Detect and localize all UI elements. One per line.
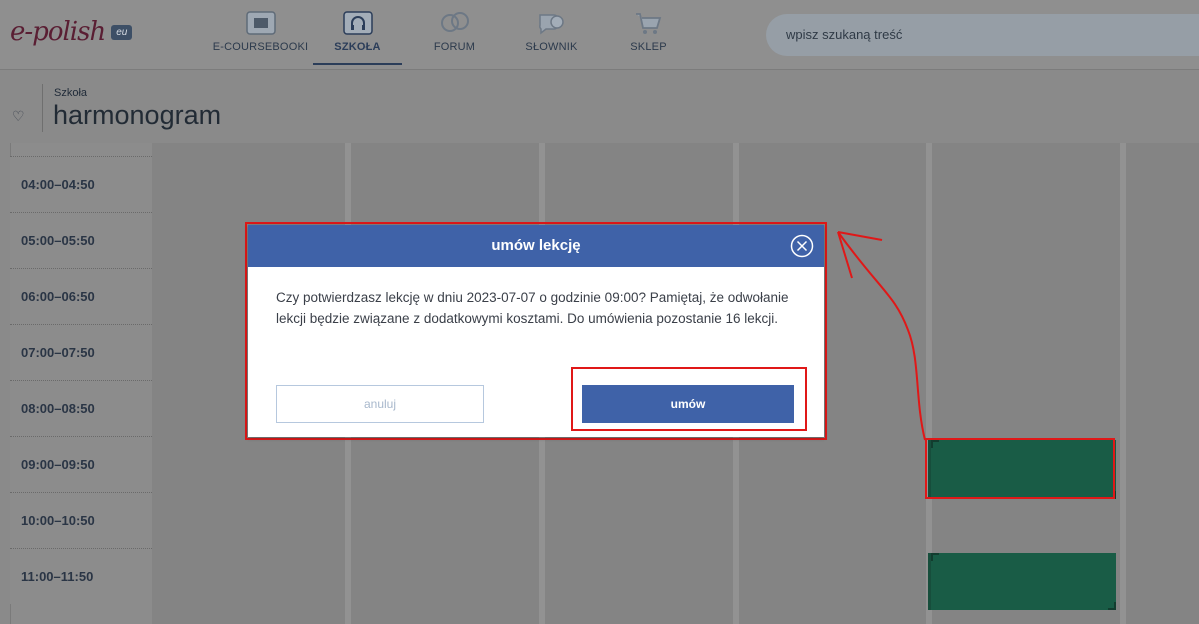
title-bar: ♡ Szkoła harmonogram bbox=[0, 70, 1199, 143]
book-icon bbox=[244, 8, 278, 38]
search-input[interactable] bbox=[766, 14, 1199, 56]
nav-label: SŁOWNIK bbox=[525, 41, 578, 53]
time-slot-label: 04:00–04:50 bbox=[10, 156, 152, 212]
time-slot-label: 11:00–11:50 bbox=[10, 548, 152, 604]
nav-label: SZKOŁA bbox=[334, 41, 381, 53]
available-slot[interactable] bbox=[928, 553, 1116, 610]
logo-text: e-polish bbox=[10, 17, 106, 47]
modal-message: Czy potwierdzasz lekcję w dniu 2023-07-0… bbox=[276, 290, 789, 326]
nav-item-slownik[interactable]: SŁOWNIK bbox=[503, 8, 600, 66]
cart-icon bbox=[632, 8, 666, 38]
top-header: e-polish eu E-COURSEBOOKI SZKOŁA FORUM S… bbox=[0, 0, 1199, 70]
dictionary-icon bbox=[535, 8, 569, 38]
nav-item-ecoursebooki[interactable]: E-COURSEBOOKI bbox=[212, 8, 309, 66]
time-slot-label: 05:00–05:50 bbox=[10, 212, 152, 268]
time-slot-label: 10:00–10:50 bbox=[10, 492, 152, 548]
heart-icon[interactable]: ♡ bbox=[12, 108, 25, 125]
headphones-icon bbox=[341, 8, 375, 38]
annotation-confirm-highlight bbox=[571, 367, 807, 431]
nav-label: SKLEP bbox=[630, 41, 667, 53]
nav-item-forum[interactable]: FORUM bbox=[406, 8, 503, 66]
nav-label: E-COURSEBOOKI bbox=[212, 41, 309, 53]
divider bbox=[42, 84, 43, 132]
logo[interactable]: e-polish eu bbox=[10, 14, 133, 50]
close-icon[interactable] bbox=[790, 233, 814, 258]
day-column bbox=[1126, 143, 1199, 624]
modal-header: umów lekcję bbox=[248, 225, 824, 267]
nav-label: FORUM bbox=[433, 41, 476, 53]
nav-item-sklep[interactable]: SKLEP bbox=[600, 8, 697, 66]
page-title: harmonogram bbox=[53, 100, 222, 130]
page: e-polish eu E-COURSEBOOKI SZKOŁA FORUM S… bbox=[0, 0, 1199, 624]
time-column: 04:00–04:50 05:00–05:50 06:00–06:50 07:0… bbox=[10, 156, 152, 604]
search-bar bbox=[766, 14, 1199, 56]
breadcrumb[interactable]: Szkoła bbox=[54, 87, 87, 99]
logo-badge: eu bbox=[111, 24, 133, 40]
time-slot-label: 09:00–09:50 bbox=[10, 436, 152, 492]
time-slot-label: 07:00–07:50 bbox=[10, 324, 152, 380]
cancel-button[interactable]: anuluj bbox=[276, 385, 484, 423]
main-nav: E-COURSEBOOKI SZKOŁA FORUM SŁOWNIK SKLEP bbox=[212, 8, 697, 66]
time-slot-label: 08:00–08:50 bbox=[10, 380, 152, 436]
forum-icon bbox=[438, 8, 472, 38]
day-column bbox=[932, 143, 1120, 624]
time-slot-label: 06:00–06:50 bbox=[10, 268, 152, 324]
modal-title: umów lekcję bbox=[491, 237, 581, 254]
annotation-slot-highlight bbox=[925, 438, 1115, 499]
nav-item-szkola[interactable]: SZKOŁA bbox=[309, 8, 406, 66]
